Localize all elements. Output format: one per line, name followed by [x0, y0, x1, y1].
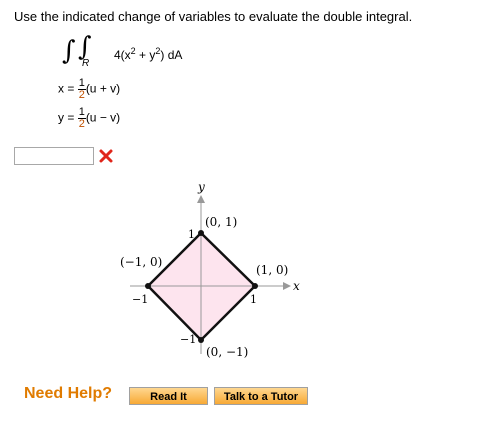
point-left-label: (−1, 0)	[120, 255, 162, 269]
answer-input[interactable]	[14, 147, 94, 165]
axis-y-label: y	[197, 180, 205, 194]
talk-to-tutor-button[interactable]: Talk to a Tutor	[214, 387, 308, 405]
x-transform: x = 1 2 (u + v)	[58, 77, 121, 101]
tick-pos-y: 1	[188, 228, 195, 241]
vertex-top	[198, 230, 204, 236]
integral-symbol: ∫	[78, 32, 92, 62]
tick-neg-y: −1	[180, 333, 196, 346]
region-figure: y x 1 −1 1 −1 (0, 1) (−1, 0) (1, 0) (0, …	[120, 180, 300, 359]
y-transform: y = 1 2 (u − v)	[58, 106, 121, 130]
tick-pos-x: 1	[250, 293, 257, 306]
point-right-label: (1, 0)	[256, 263, 288, 277]
tick-neg-x: −1	[132, 293, 148, 306]
integrand: 4(x2 + y2) dA	[114, 46, 183, 62]
point-top-label: (0, 1)	[205, 215, 237, 229]
read-it-button[interactable]: Read It	[129, 387, 208, 405]
vertex-bottom	[198, 337, 204, 343]
point-bottom-label: (0, −1)	[206, 345, 248, 359]
fraction-half: 12	[77, 77, 86, 101]
double-integral: ∫ ∫ R 4(x2 + y2) dA	[62, 32, 222, 72]
vertex-right	[252, 283, 258, 289]
question-prompt: Use the indicated change of variables to…	[14, 9, 413, 24]
integral-symbol: ∫	[62, 36, 76, 66]
fraction-half: 12	[77, 106, 86, 130]
need-help-label: Need Help?	[24, 385, 113, 402]
axis-x-label: x	[293, 279, 300, 293]
region-label: R	[82, 58, 90, 69]
cross-icon	[99, 149, 113, 163]
vertex-left	[145, 283, 151, 289]
